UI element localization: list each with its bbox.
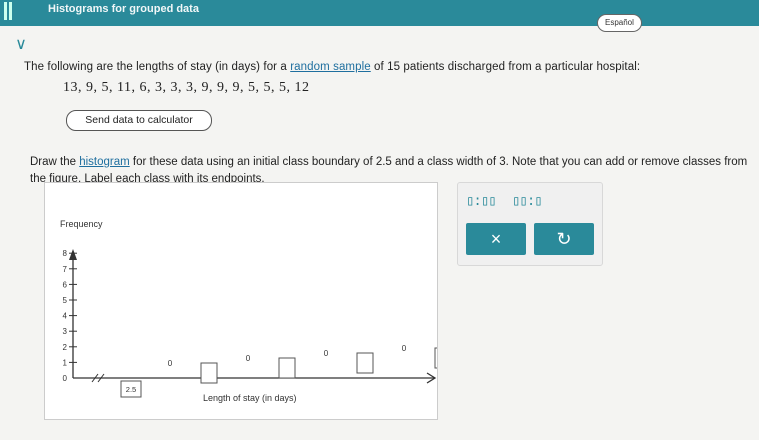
intro-text-start: The following are the lengths of stay (i…: [24, 61, 291, 73]
y-tick-label: 8: [63, 249, 68, 258]
instr-text-start: Draw the: [30, 156, 80, 168]
clear-button[interactable]: ×: [466, 223, 526, 255]
y-tick-label: 5: [63, 296, 68, 305]
y-axis-label: Frequency: [60, 219, 103, 229]
add-class-icon[interactable]: ▯:▯▯: [466, 193, 497, 215]
boundary-input-box[interactable]: [434, 347, 437, 369]
y-tick-label: 3: [63, 327, 68, 336]
page-title: Histograms for grouped data: [48, 3, 199, 15]
y-tick-label: 6: [63, 280, 68, 289]
remove-class-icon[interactable]: ▯▯:▯: [512, 193, 543, 215]
data-values: 13, 9, 5, 11, 6, 3, 3, 3, 9, 9, 9, 5, 5,…: [63, 80, 310, 95]
histogram-link[interactable]: histogram: [79, 156, 130, 168]
bar-value-label[interactable]: 0: [324, 349, 329, 358]
boundary-input-box[interactable]: [356, 352, 374, 374]
boundary-input-box[interactable]: [200, 362, 218, 384]
bar-value-label[interactable]: 0: [402, 344, 407, 353]
random-sample-link[interactable]: random sample: [290, 61, 371, 73]
send-data-button[interactable]: Send data to calculator: [66, 110, 212, 131]
menu-icon[interactable]: [4, 2, 16, 20]
y-tick-label: 4: [63, 312, 68, 321]
chevron-down-icon[interactable]: ∨: [10, 37, 32, 53]
x-axis-label: Length of stay (in days): [203, 393, 297, 403]
top-bar: Histograms for grouped data: [0, 0, 759, 26]
y-axis-arrow-icon: [69, 249, 77, 260]
question-intro: The following are the lengths of stay (i…: [24, 61, 640, 73]
undo-button[interactable]: ↻: [534, 223, 594, 255]
bar-value-label[interactable]: 0: [246, 354, 251, 363]
bar-value-label[interactable]: 0: [168, 359, 173, 368]
histogram-graph-panel[interactable]: Frequency 0 1 2 3 4 5 6 7 8 2.5 0 0 0 0 Length of st…: [44, 182, 438, 420]
graph-tool-panel: ▯:▯▯ ▯▯:▯ × ↻: [457, 182, 603, 266]
intro-text-end: of 15 patients discharged from a particu…: [370, 61, 641, 73]
first-boundary-label: 2.5: [126, 385, 136, 394]
y-tick-label: 0: [63, 374, 68, 383]
y-tick-label: 7: [63, 265, 68, 274]
y-tick-label: 2: [63, 343, 68, 352]
instr-text-end: for these data using an initial class bo…: [30, 156, 748, 185]
boundary-input-box[interactable]: [278, 357, 296, 379]
y-tick-label: 1: [63, 358, 68, 367]
language-button[interactable]: Español: [597, 14, 642, 32]
histogram-canvas[interactable]: Frequency 0 1 2 3 4 5 6 7 8 2.5 0 0 0 0 Length of st…: [45, 183, 437, 419]
